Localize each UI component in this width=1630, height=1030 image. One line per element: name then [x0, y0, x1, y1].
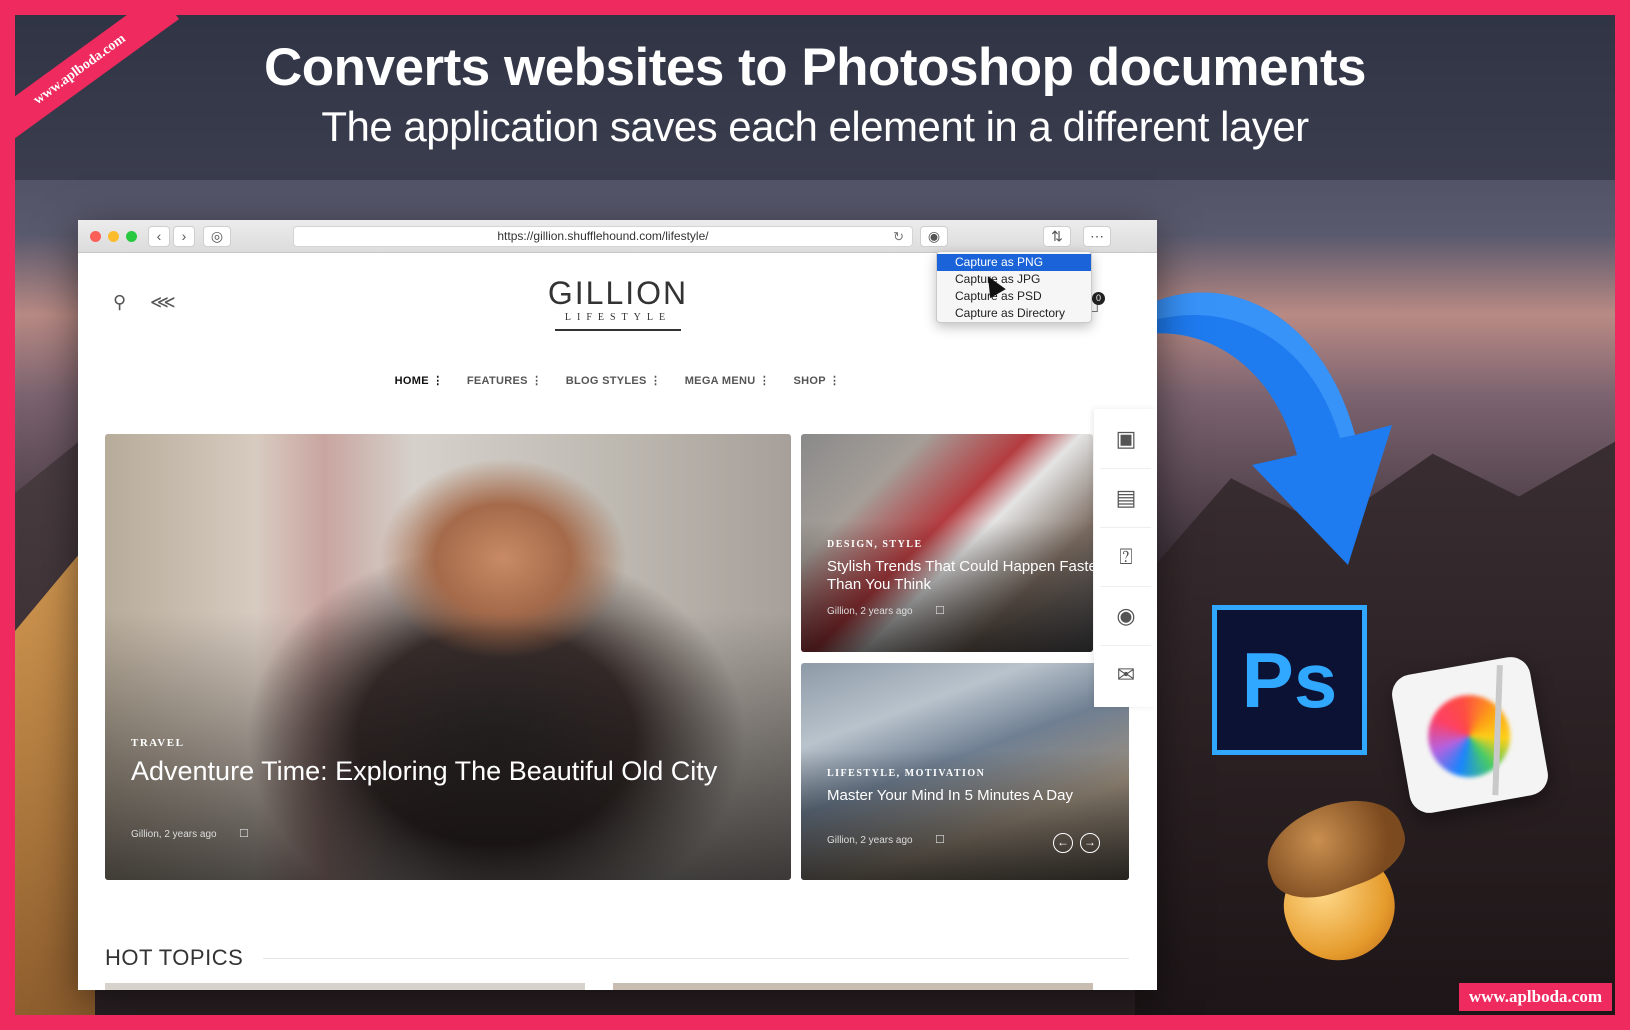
address-bar[interactable]: https://gillion.shufflehound.com/lifesty… — [293, 226, 913, 247]
menu-item-capture-psd[interactable]: Capture as PSD — [937, 288, 1091, 305]
divider — [1100, 586, 1151, 587]
post-card[interactable]: LIFESTYLE, MOTIVATION Master Your Mind I… — [801, 663, 1129, 880]
minimize-window-button[interactable] — [108, 231, 119, 242]
acorn-app-icon — [1254, 783, 1416, 976]
nav-blog-styles[interactable]: BLOG STYLES ⋮ — [566, 375, 662, 387]
search-icon[interactable]: ⚲ — [113, 292, 126, 313]
logo-underline — [555, 329, 681, 331]
close-window-button[interactable] — [90, 231, 101, 242]
divider — [1100, 468, 1151, 469]
capture-menu: Capture as PNG Capture as JPG Capture as… — [936, 251, 1092, 323]
section-divider — [263, 958, 1129, 959]
browser-toolbar: ‹ › ◎ https://gillion.shufflehound.com/l… — [78, 220, 1157, 253]
bookmark-icon[interactable]: ☐ — [935, 604, 945, 617]
site-logo[interactable]: GILLION — [468, 275, 768, 312]
store-icon[interactable]: ▤ — [1111, 483, 1141, 513]
post-title[interactable]: Adventure Time: Exploring The Beautiful … — [131, 757, 751, 785]
topic-thumbnail[interactable] — [105, 983, 585, 990]
bookmark-icon[interactable]: ☐ — [239, 827, 249, 840]
main-nav: HOME ⋮ FEATURES ⋮ BLOG STYLES ⋮ MEGA MEN… — [78, 374, 1157, 387]
presentation-icon[interactable]: ▣ — [1111, 424, 1141, 454]
post-category[interactable]: LIFESTYLE, MOTIVATION — [827, 768, 985, 779]
headline: Converts websites to Photoshop documents — [264, 38, 1366, 97]
bookmark-icon[interactable]: ☐ — [935, 833, 945, 846]
side-toolbar: ▣ ▤ ⍰ ◉ ✉ — [1094, 409, 1157, 707]
watermark-label: www.aplboda.com — [1458, 983, 1612, 1011]
divider — [1100, 645, 1151, 646]
topic-thumbnail[interactable] — [613, 983, 1093, 990]
share-icon[interactable]: ⋘ — [150, 292, 176, 313]
promo-canvas: Converts websites to Photoshop documents… — [15, 15, 1615, 1015]
help-icon[interactable]: ⍰ — [1111, 542, 1141, 572]
slider-next-button[interactable]: → — [1080, 833, 1100, 853]
pixelmator-color-blob — [1421, 688, 1517, 784]
site-logo-tagline: LIFESTYLE — [564, 312, 672, 323]
bookmark-count-badge: 0 — [1092, 292, 1105, 305]
featured-post-card[interactable]: TRAVEL Adventure Time: Exploring The Bea… — [105, 434, 791, 880]
url-text: https://gillion.shufflehound.com/lifesty… — [497, 229, 709, 243]
browser-window: ‹ › ◎ https://gillion.shufflehound.com/l… — [78, 220, 1157, 990]
compass-icon[interactable]: ◎ — [203, 226, 231, 247]
extension-icon[interactable]: ⇅ — [1043, 226, 1071, 247]
slider-prev-button[interactable]: ← — [1053, 833, 1073, 853]
pixelmator-app-icon — [1388, 653, 1552, 817]
post-card[interactable]: DESIGN, STYLE Stylish Trends That Could … — [801, 434, 1093, 652]
post-meta: Gillion, 2 years ago — [827, 835, 913, 846]
nav-features[interactable]: FEATURES ⋮ — [467, 375, 543, 387]
header-band: Converts websites to Photoshop documents… — [15, 15, 1615, 180]
camera-capture-icon[interactable]: ◉ — [920, 226, 948, 247]
nav-mega-menu[interactable]: MEGA MENU ⋮ — [685, 375, 770, 387]
post-category[interactable]: TRAVEL — [131, 737, 184, 749]
mail-icon[interactable]: ✉ — [1111, 660, 1141, 690]
post-title[interactable]: Master Your Mind In 5 Minutes A Day — [827, 787, 1097, 805]
photoshop-app-icon: Ps — [1212, 605, 1367, 755]
divider — [1100, 527, 1151, 528]
post-meta: Gillion, 2 years ago — [827, 606, 913, 617]
zoom-window-button[interactable] — [126, 231, 137, 242]
lifebuoy-icon[interactable]: ◉ — [1111, 601, 1141, 631]
subheadline: The application saves each element in a … — [321, 103, 1309, 150]
more-options-icon[interactable]: ⋯ — [1083, 226, 1111, 247]
forward-button[interactable]: › — [173, 226, 195, 247]
post-category[interactable]: DESIGN, STYLE — [827, 539, 923, 550]
reload-icon[interactable]: ↻ — [893, 227, 904, 246]
nav-home[interactable]: HOME ⋮ — [395, 375, 444, 387]
post-meta: Gillion, 2 years ago — [131, 829, 217, 840]
back-button[interactable]: ‹ — [148, 226, 170, 247]
menu-item-capture-png[interactable]: Capture as PNG — [937, 254, 1091, 271]
section-title: HOT TOPICS — [105, 945, 244, 970]
menu-item-capture-jpg[interactable]: Capture as JPG — [937, 271, 1091, 288]
menu-item-capture-directory[interactable]: Capture as Directory — [937, 305, 1091, 322]
nav-shop[interactable]: SHOP ⋮ — [793, 375, 840, 387]
post-title[interactable]: Stylish Trends That Could Happen Faster … — [827, 558, 1093, 594]
